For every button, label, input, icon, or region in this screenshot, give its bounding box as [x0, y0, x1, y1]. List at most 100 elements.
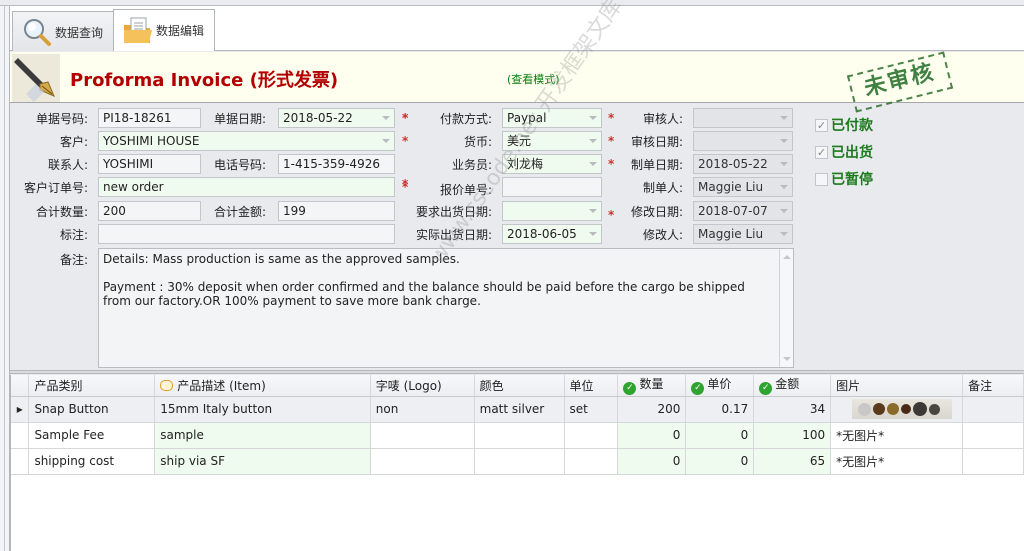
cell-qty[interactable]: 0 — [617, 448, 687, 475]
doc-date-label: 单据日期: — [213, 112, 266, 126]
payment-method-field[interactable]: Paypal — [502, 108, 602, 128]
remarks-textarea[interactable]: Details: Mass production is same as the … — [98, 248, 794, 368]
dropdown-arrow-icon[interactable] — [780, 209, 788, 213]
dropdown-arrow-icon[interactable] — [780, 116, 788, 120]
scroll-down-icon[interactable] — [783, 357, 791, 361]
modifier-field[interactable]: Maggie Liu — [693, 224, 793, 244]
salesperson-field[interactable]: 刘龙梅 — [502, 154, 602, 174]
col-header-price[interactable]: ✓ 单价 — [685, 375, 755, 397]
cell-image[interactable]: *无图片* — [830, 422, 964, 449]
col-header-color[interactable]: 颜色 — [474, 375, 565, 397]
col-header-amount[interactable]: ✓ 金额 — [753, 375, 832, 397]
created-date-field[interactable]: 2018-05-22 — [693, 154, 793, 174]
remarks-line-1: Details: Mass production is same as the … — [103, 252, 460, 266]
cell-logo[interactable]: non — [370, 396, 475, 423]
tab-data-query[interactable]: 数据查询 — [12, 11, 114, 52]
dropdown-arrow-icon[interactable] — [780, 162, 788, 166]
created-date-label: 制单日期: — [630, 158, 683, 172]
scroll-up-icon[interactable] — [783, 255, 791, 259]
shipped-checkbox[interactable]: ✓ 已出货 — [815, 142, 873, 162]
cell-category[interactable]: shipping cost — [28, 448, 156, 475]
cell-amount[interactable]: 100 — [753, 422, 832, 449]
salesperson-value: 刘龙梅 — [507, 157, 544, 171]
dropdown-arrow-icon[interactable] — [780, 232, 788, 236]
total-amount-field[interactable]: 199 — [278, 201, 395, 221]
phone-field[interactable]: 1-415-359-4926 — [278, 154, 395, 174]
col-header-category[interactable]: 产品类别 — [28, 375, 156, 397]
quote-no-field[interactable] — [502, 177, 602, 197]
cell-category[interactable]: Snap Button — [28, 396, 156, 423]
dropdown-arrow-icon[interactable] — [780, 139, 788, 143]
cell-qty[interactable]: 200 — [617, 396, 687, 423]
cell-note[interactable] — [962, 448, 1024, 475]
checkmark-icon[interactable]: ✓ — [815, 145, 828, 159]
paid-checkbox[interactable]: ✓ 已付款 — [815, 115, 873, 135]
dropdown-arrow-icon[interactable] — [382, 139, 390, 143]
dropdown-arrow-icon[interactable] — [589, 139, 597, 143]
product-thumbnail[interactable] — [852, 399, 953, 419]
cell-price[interactable]: 0.17 — [685, 396, 755, 423]
cell-amount[interactable]: 65 — [753, 448, 832, 475]
dropdown-arrow-icon[interactable] — [780, 185, 788, 189]
cell-price[interactable]: 0 — [685, 422, 755, 449]
mark-field[interactable] — [98, 224, 395, 244]
required-ship-date-field[interactable] — [502, 201, 602, 221]
cell-image[interactable]: *无图片* — [830, 448, 964, 475]
col-header-qty[interactable]: ✓ 数量 — [617, 375, 687, 397]
currency-field[interactable]: 美元 — [502, 131, 602, 151]
dropdown-arrow-icon[interactable] — [589, 232, 597, 236]
total-amount-label: 合计金额: — [213, 205, 266, 219]
customer-field[interactable]: YOSHIMI HOUSE — [98, 131, 395, 151]
doc-no-field[interactable]: PI18-18261 — [98, 108, 201, 128]
cell-qty[interactable]: 0 — [617, 422, 687, 449]
cell-note[interactable] — [962, 396, 1024, 423]
unchecked-box-icon[interactable] — [815, 172, 828, 186]
customer-po-field[interactable]: new order — [98, 177, 395, 197]
dropdown-arrow-icon[interactable] — [589, 116, 597, 120]
col-header-item[interactable]: 产品描述 (Item) — [154, 375, 371, 397]
cell-item[interactable]: sample — [154, 422, 371, 449]
total-qty-field[interactable]: 200 — [98, 201, 201, 221]
cell-price[interactable]: 0 — [685, 448, 755, 475]
cell-color[interactable]: matt silver — [474, 396, 565, 423]
paid-checkbox-label: 已付款 — [831, 118, 873, 134]
cell-unit[interactable]: set — [564, 396, 619, 423]
cell-item[interactable]: 15mm Italy button — [154, 396, 371, 423]
cell-color[interactable] — [474, 448, 565, 475]
table-row[interactable]: ▸ Snap Button 15mm Italy button non matt… — [11, 396, 1024, 423]
tab-data-edit[interactable]: 数据编辑 — [113, 9, 215, 52]
actual-ship-date-field[interactable]: 2018-06-05 — [502, 224, 602, 244]
required-marker: * — [402, 134, 409, 148]
paused-checkbox[interactable]: 已暂停 — [815, 169, 873, 189]
cell-unit[interactable] — [564, 422, 619, 449]
col-header-logo[interactable]: 字唛 (Logo) — [370, 375, 475, 397]
col-header-image[interactable]: 图片 — [830, 375, 964, 397]
dropdown-arrow-icon[interactable] — [382, 116, 390, 120]
modified-date-field[interactable]: 2018-07-07 — [693, 201, 793, 221]
splitter[interactable] — [10, 370, 1024, 374]
table-row[interactable]: Sample Fee sample 0 0 100 *无图片* — [11, 422, 1024, 449]
dropdown-arrow-icon[interactable] — [589, 162, 597, 166]
reviewer-field[interactable] — [693, 108, 793, 128]
checkmark-icon[interactable]: ✓ — [815, 118, 828, 132]
cell-image[interactable] — [830, 396, 964, 423]
cell-category[interactable]: Sample Fee — [28, 422, 156, 449]
dropdown-arrow-icon[interactable] — [589, 209, 597, 213]
review-date-field[interactable] — [693, 131, 793, 151]
col-header-note[interactable]: 备注 — [962, 375, 1024, 397]
check-circle-icon: ✓ — [691, 382, 705, 396]
creator-field[interactable]: Maggie Liu — [693, 177, 793, 197]
cell-unit[interactable] — [564, 448, 619, 475]
cell-color[interactable] — [474, 422, 565, 449]
cell-amount[interactable]: 34 — [753, 396, 832, 423]
contact-field[interactable]: YOSHIMI — [98, 154, 201, 174]
cell-logo[interactable] — [370, 422, 475, 449]
cell-logo[interactable] — [370, 448, 475, 475]
salesperson-label: 业务员: — [451, 158, 492, 172]
doc-date-field[interactable]: 2018-05-22 — [278, 108, 395, 128]
cell-item[interactable]: ship via SF — [154, 448, 371, 475]
remarks-scrollbar[interactable] — [779, 249, 793, 367]
table-row[interactable]: shipping cost ship via SF 0 0 65 *无图片* — [11, 448, 1024, 475]
col-header-unit[interactable]: 单位 — [564, 375, 619, 397]
cell-note[interactable] — [962, 422, 1024, 449]
